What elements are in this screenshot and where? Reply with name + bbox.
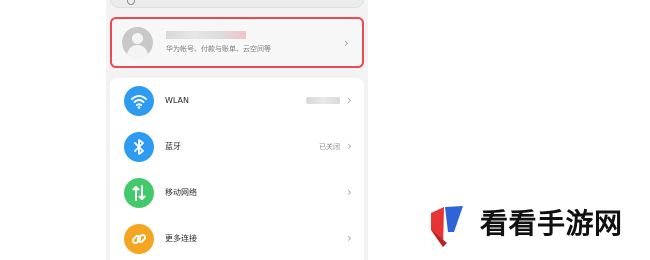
account-card[interactable]: 华为帐号、付款与账单、云空间等 › [110,17,364,68]
settings-screen: 华为帐号、付款与账单、云空间等 › WLAN › 蓝牙 已关闭 › 移动网络 ›… [106,0,368,260]
settings-item-bluetooth[interactable]: 蓝牙 已关闭 › [110,124,364,170]
chevron-right-icon: › [347,139,352,153]
settings-item-label: 更多连接 [165,234,197,243]
settings-item-label: WLAN [165,96,190,105]
settings-list: WLAN › 蓝牙 已关闭 › 移动网络 › 更多连接 › [110,78,364,260]
chevron-right-icon: › [347,185,352,199]
search-icon [127,0,135,5]
settings-item-wlan[interactable]: WLAN › [110,78,364,124]
watermark-brand: 看看手游网 [417,195,649,247]
watermark-logo [431,206,463,247]
settings-item-label: 蓝牙 [165,142,181,151]
wlan-network-name [306,97,340,104]
mobile-network-icon-graphic [132,185,146,201]
wifi-icon [124,86,154,116]
avatar [122,27,153,58]
wifi-icon-graphic [131,95,147,109]
bluetooth-icon [124,132,154,162]
settings-item-mobile-network[interactable]: 移动网络 › [110,170,364,216]
avatar-head [132,33,143,44]
chevron-right-icon: › [347,231,352,245]
link-icon [124,224,154,254]
account-subtitle: 华为帐号、付款与账单、云空间等 [166,45,271,53]
masked-account-name [166,31,246,39]
chevron-right-icon: › [347,93,352,107]
bluetooth-icon-graphic [134,139,144,155]
search-bar[interactable] [110,0,364,8]
settings-item-label: 移动网络 [165,188,197,197]
mobile-network-icon [124,178,154,208]
settings-item-more-connections[interactable]: 更多连接 › [110,216,364,260]
chevron-right-icon: › [344,36,349,50]
watermark-text: 看看手游网 [480,207,623,240]
link-icon-graphic [131,233,147,245]
settings-item-status: 已关闭 [319,143,340,151]
avatar-body [127,45,148,58]
